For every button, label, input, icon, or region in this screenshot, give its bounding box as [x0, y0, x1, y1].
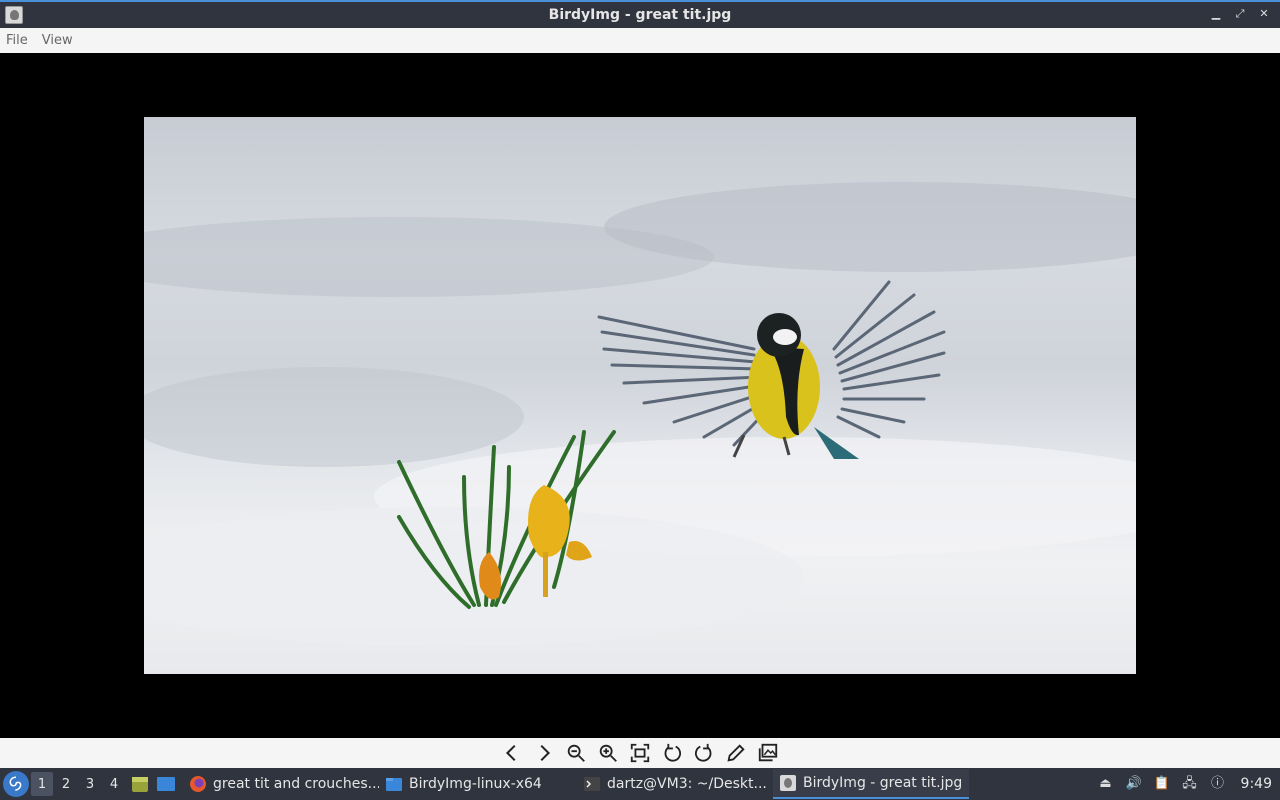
task-birdyimg-folder[interactable]: BirdyImg-linux-x64	[379, 769, 577, 799]
desktop-1-button[interactable]: 1	[31, 772, 53, 796]
fit-window-icon[interactable]	[627, 740, 653, 766]
next-arrow-icon[interactable]	[531, 740, 557, 766]
displayed-image	[144, 117, 1136, 674]
birdyimg-app-icon	[780, 775, 796, 791]
gallery-icon[interactable]	[755, 740, 781, 766]
network-icon[interactable]: 🖧	[1181, 775, 1199, 793]
task-firefox[interactable]: great tit and crouches...	[183, 769, 379, 799]
title-bar: BirdyImg - great tit.jpg ▁ ⤢ ✕	[0, 0, 1280, 28]
desktop-2-button[interactable]: 2	[55, 772, 77, 796]
system-tray: ⏏ 🔊 📋 🖧 ⓘ 9:49	[1097, 768, 1280, 800]
zoom-out-icon[interactable]	[563, 740, 589, 766]
notification-icon[interactable]: ⓘ	[1209, 775, 1227, 793]
rotate-right-icon[interactable]	[691, 740, 717, 766]
close-icon[interactable]: ✕	[1256, 6, 1272, 22]
zoom-in-icon[interactable]	[595, 740, 621, 766]
minimize-icon[interactable]: ▁	[1208, 6, 1224, 22]
maximize-icon[interactable]: ⤢	[1232, 6, 1248, 22]
task-label: BirdyImg-linux-x64	[409, 776, 542, 792]
window-controls: ▁ ⤢ ✕	[1208, 6, 1272, 22]
image-viewport[interactable]	[0, 53, 1280, 738]
task-label: great tit and crouches...	[213, 776, 379, 792]
file-manager-icon[interactable]	[129, 774, 151, 794]
folder-icon	[386, 778, 402, 791]
task-label: dartz@VM3: ~/Deskt...	[607, 776, 767, 792]
volume-icon[interactable]: 🔊	[1125, 775, 1143, 793]
desktop-4-button[interactable]: 4	[103, 772, 125, 796]
eject-icon[interactable]: ⏏	[1097, 775, 1115, 793]
menu-bar: File View	[0, 28, 1280, 53]
firefox-icon	[190, 776, 206, 792]
show-desktop-icon[interactable]	[155, 774, 177, 794]
system-taskbar: 1 2 3 4 great tit and crouches... BirdyI…	[0, 768, 1280, 800]
task-birdyimg-window[interactable]: BirdyImg - great tit.jpg	[773, 769, 969, 799]
task-label: BirdyImg - great tit.jpg	[803, 775, 963, 791]
start-menu-icon[interactable]	[3, 771, 29, 797]
menu-file[interactable]: File	[6, 33, 28, 48]
window-title: BirdyImg - great tit.jpg	[548, 7, 732, 23]
clipboard-icon[interactable]: 📋	[1153, 775, 1171, 793]
edit-pencil-icon[interactable]	[723, 740, 749, 766]
rotate-left-icon[interactable]	[659, 740, 685, 766]
clock[interactable]: 9:49	[1241, 776, 1272, 792]
terminal-icon	[584, 777, 600, 791]
viewer-toolbar	[0, 738, 1280, 768]
birdyimg-app-icon[interactable]	[5, 6, 23, 24]
prev-arrow-icon[interactable]	[499, 740, 525, 766]
desktop-3-button[interactable]: 3	[79, 772, 101, 796]
photo-illustration	[144, 182, 1136, 647]
menu-view[interactable]: View	[42, 33, 73, 48]
task-terminal[interactable]: dartz@VM3: ~/Deskt...	[577, 769, 773, 799]
